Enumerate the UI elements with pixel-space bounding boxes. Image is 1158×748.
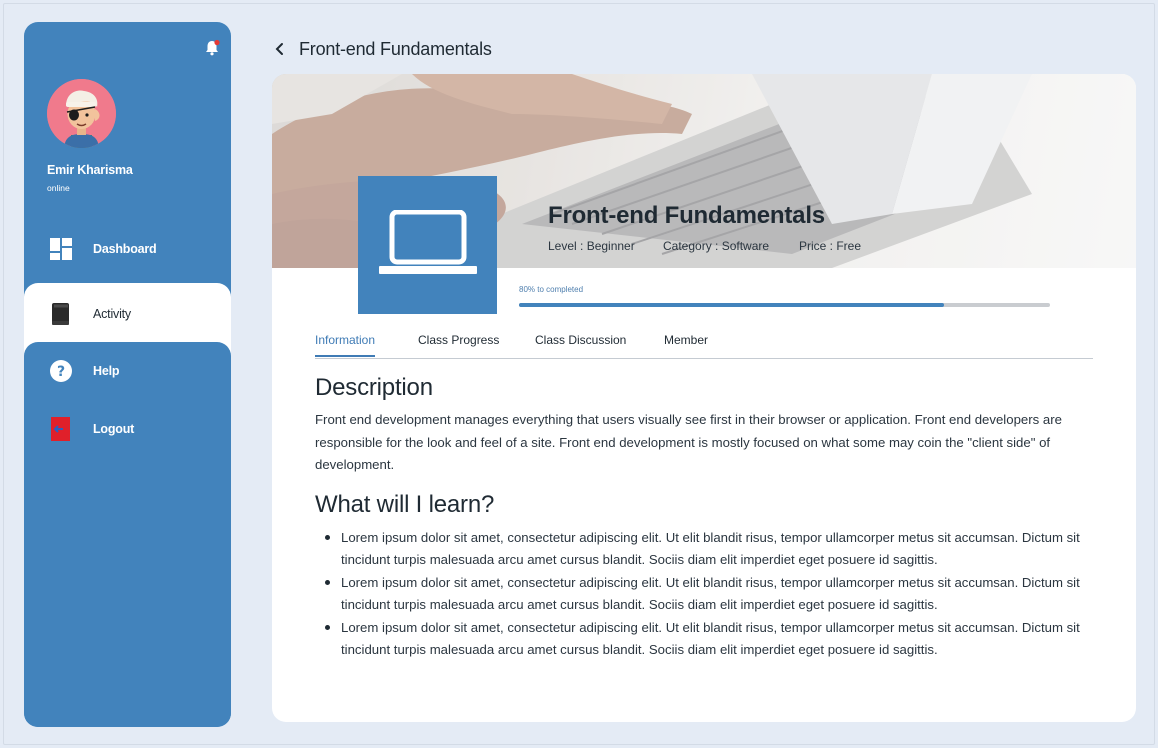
course-category: Category : Software <box>663 239 770 253</box>
chevron-left-icon[interactable] <box>273 42 287 56</box>
sidebar-item-help[interactable]: ? Help <box>24 342 231 400</box>
course-price: Price : Free <box>799 239 862 253</box>
svg-text:?: ? <box>57 364 65 380</box>
book-icon <box>49 302 73 326</box>
user-name: Emir Kharisma <box>47 163 133 177</box>
course-thumbnail <box>358 176 497 314</box>
laptop-icon <box>378 209 477 281</box>
list-item: Lorem ipsum dolor sit amet, consectetur … <box>325 572 1085 617</box>
dashboard-grid-icon <box>49 237 73 261</box>
user-status: online <box>47 183 70 193</box>
list-item: Lorem ipsum dolor sit amet, consectetur … <box>325 617 1085 662</box>
tab-class-progress[interactable]: Class Progress <box>418 333 499 355</box>
sidebar-item-label: Logout <box>93 422 135 436</box>
breadcrumb: Front-end Fundamentals <box>273 36 492 62</box>
sidebar-item-label: Help <box>93 364 120 378</box>
list-item: Lorem ipsum dolor sit amet, consectetur … <box>325 527 1085 572</box>
tab-bar: Information Class Progress Class Discuss… <box>315 326 1093 359</box>
information-content: Description Front end development manage… <box>315 374 1085 662</box>
logout-icon <box>49 417 73 441</box>
learn-list: Lorem ipsum dolor sit amet, consectetur … <box>315 527 1085 662</box>
sidebar-item-dashboard[interactable]: Dashboard <box>24 220 231 278</box>
bell-icon[interactable] <box>203 39 221 57</box>
tab-member[interactable]: Member <box>664 333 708 355</box>
tab-information[interactable]: Information <box>315 333 376 357</box>
progress-fill <box>519 303 944 307</box>
course-level: Level : Beginner <box>548 239 635 253</box>
sidebar-item-label: Dashboard <box>93 242 157 256</box>
question-icon: ? <box>49 359 73 383</box>
description-heading: Description <box>315 374 433 401</box>
sidebar-item-activity[interactable]: Activity <box>24 283 231 345</box>
learn-heading: What will I learn? <box>315 490 495 518</box>
sidebar: Emir Kharisma online Dashboard Activity <box>24 22 231 727</box>
page-title: Front-end Fundamentals <box>299 38 492 59</box>
progress-label: 80% to completed <box>519 285 584 294</box>
course-title: Front-end Fundamentals <box>548 202 825 229</box>
tab-class-discussion[interactable]: Class Discussion <box>535 333 626 355</box>
sidebar-item-label: Activity <box>93 307 131 321</box>
avatar[interactable] <box>47 79 116 148</box>
progress-bar <box>519 303 1050 307</box>
course-card: Front-end Fundamentals Level : Beginner … <box>272 74 1136 722</box>
sidebar-item-logout[interactable]: Logout <box>24 400 231 458</box>
description-text: Front end development manages everything… <box>315 412 1062 472</box>
